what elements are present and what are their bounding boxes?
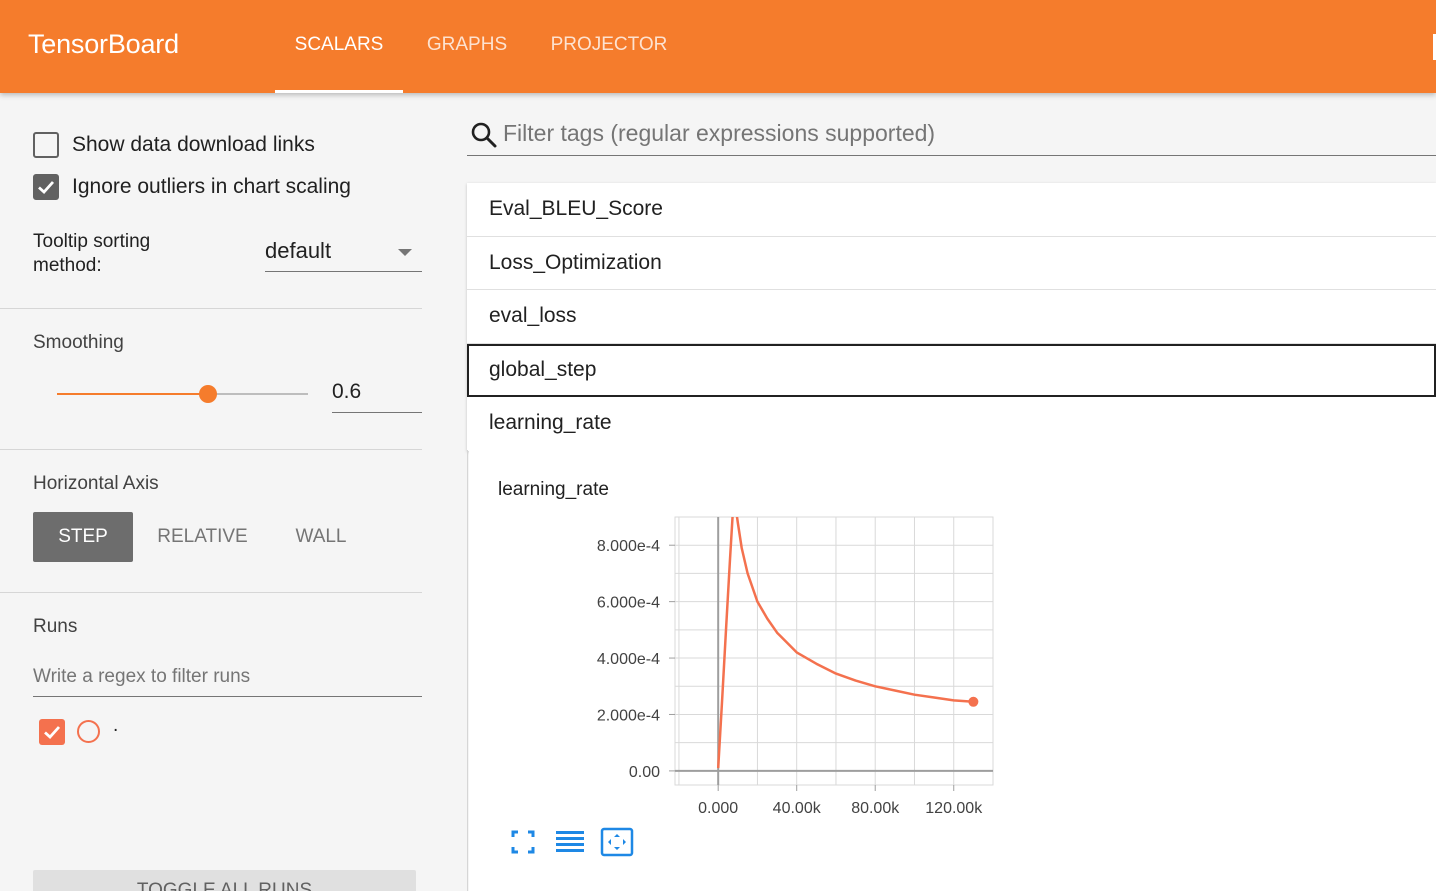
- plot-frame: [674, 516, 994, 786]
- x-tick-label: 120.00k: [925, 800, 983, 817]
- app-title: TensorBoard: [28, 29, 179, 59]
- top-app-bar: TensorBoard SCALARS GRAPHS PROJECTOR: [0, 0, 1436, 93]
- tab-projector[interactable]: PROJECTOR: [533, 0, 685, 93]
- y-tick-label: 8.000e-4: [597, 538, 660, 555]
- toggle-log-scale-icon[interactable]: [553, 826, 587, 858]
- x-tick-label: 0.000: [698, 800, 738, 817]
- tab-graphs[interactable]: GRAPHS: [409, 0, 525, 93]
- y-tick-label: 6.000e-4: [597, 595, 660, 612]
- series-line: [716, 517, 974, 769]
- y-tick-label: 0.00: [629, 764, 660, 781]
- learning-rate-chart[interactable]: 0.00 2.000e-4 4.000e-4 6.000e-4 8.000e-4 0.00…: [0, 0, 1436, 891]
- tab-scalars[interactable]: SCALARS: [275, 0, 403, 93]
- x-tick-label: 40.00k: [773, 800, 822, 817]
- reset-zoom-icon[interactable]: [600, 826, 634, 858]
- x-tick-label: 80.00k: [851, 800, 900, 817]
- y-tick-label: 4.000e-4: [597, 651, 660, 668]
- fit-to-screen-icon[interactable]: [506, 826, 540, 858]
- y-tick-label: 2.000e-4: [597, 707, 660, 724]
- series-last-point: [968, 696, 979, 707]
